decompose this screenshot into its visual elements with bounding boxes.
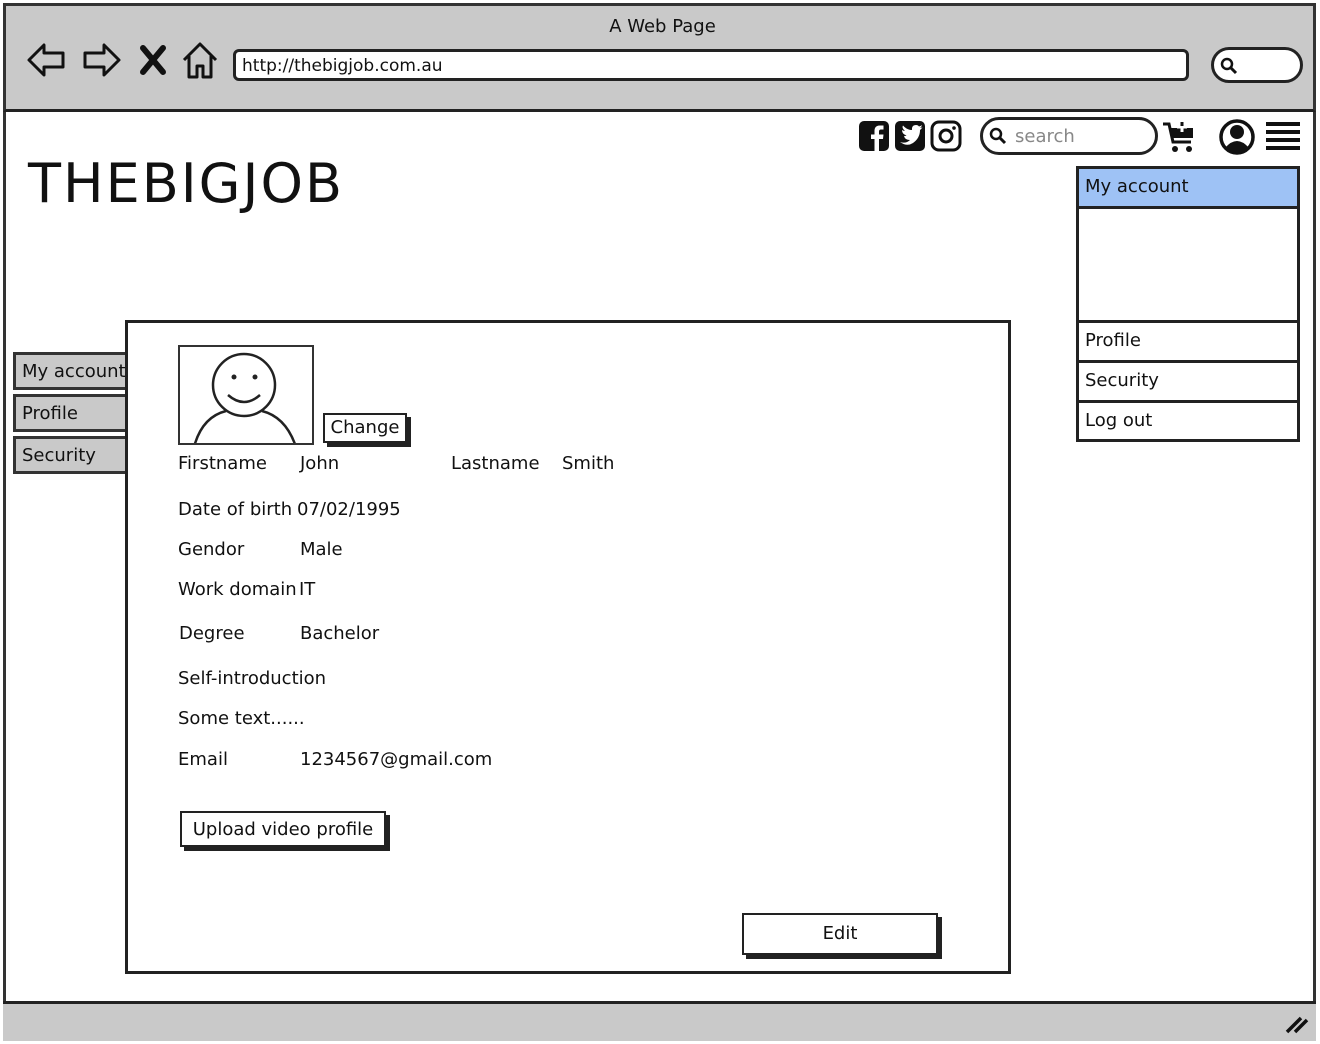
lastname-value: Smith <box>562 453 615 474</box>
dropdown-spacer <box>1079 209 1297 323</box>
dob-value: 07/02/1995 <box>297 499 401 520</box>
facebook-icon[interactable] <box>858 120 890 152</box>
twitter-icon[interactable] <box>894 120 926 152</box>
side-tab-profile[interactable]: Profile <box>13 394 129 432</box>
dropdown-item-profile[interactable]: Profile <box>1079 323 1297 363</box>
side-tab-security[interactable]: Security <box>13 436 129 474</box>
search-placeholder: search <box>1015 126 1075 147</box>
account-dropdown: My account Profile Security Log out <box>1076 166 1300 442</box>
dropdown-item-log-out[interactable]: Log out <box>1079 403 1297 443</box>
back-icon[interactable] <box>26 40 66 80</box>
window-title: A Web Page <box>609 16 716 37</box>
forward-icon[interactable] <box>82 40 122 80</box>
self-introduction-label: Self-introduction <box>178 668 327 689</box>
resize-icon[interactable] <box>1283 1014 1309 1034</box>
avatar-placeholder-icon <box>193 352 296 443</box>
gender-value: Male <box>300 539 343 560</box>
browser-toolbar: A Web Page http://thebigjob.com.au <box>3 3 1316 112</box>
dob-label: Date of birth <box>178 499 293 520</box>
browser-search-field[interactable] <box>1211 47 1303 83</box>
degree-value: Bachelor <box>300 623 380 644</box>
user-icon[interactable] <box>1218 118 1256 156</box>
home-icon[interactable] <box>180 40 220 80</box>
address-bar[interactable]: http://thebigjob.com.au <box>233 49 1189 81</box>
change-photo-button[interactable]: Change <box>323 413 407 443</box>
status-bar <box>3 1001 1316 1041</box>
menu-icon[interactable] <box>1264 120 1302 152</box>
side-tab-my-account[interactable]: My account <box>13 352 129 390</box>
work-domain-label: Work domain <box>178 579 297 600</box>
dropdown-item-security[interactable]: Security <box>1079 363 1297 403</box>
cart-icon[interactable] <box>1162 120 1198 154</box>
search-icon <box>1220 57 1238 75</box>
degree-label: Degree <box>179 623 245 644</box>
lastname-label: Lastname <box>451 453 540 474</box>
self-introduction-text: Some text...... <box>178 708 305 729</box>
dropdown-item-my-account[interactable]: My account <box>1079 169 1297 209</box>
email-value: 1234567@gmail.com <box>300 749 493 770</box>
close-icon[interactable] <box>138 40 168 80</box>
gender-label: Gendor <box>178 539 245 560</box>
edit-button[interactable]: Edit <box>742 913 938 955</box>
avatar <box>178 345 314 445</box>
site-search-input[interactable]: search <box>980 117 1158 155</box>
email-label: Email <box>178 749 228 770</box>
upload-video-profile-button[interactable]: Upload video profile <box>180 811 386 847</box>
firstname-value: John <box>300 453 340 474</box>
firstname-label: Firstname <box>178 453 267 474</box>
instagram-icon[interactable] <box>930 120 962 152</box>
site-logo[interactable]: THEBIGJOB <box>28 152 344 215</box>
profile-panel: Change Firstname John Lastname Smith Dat… <box>125 320 1011 974</box>
work-domain-value: IT <box>299 579 316 600</box>
search-icon <box>989 127 1007 145</box>
